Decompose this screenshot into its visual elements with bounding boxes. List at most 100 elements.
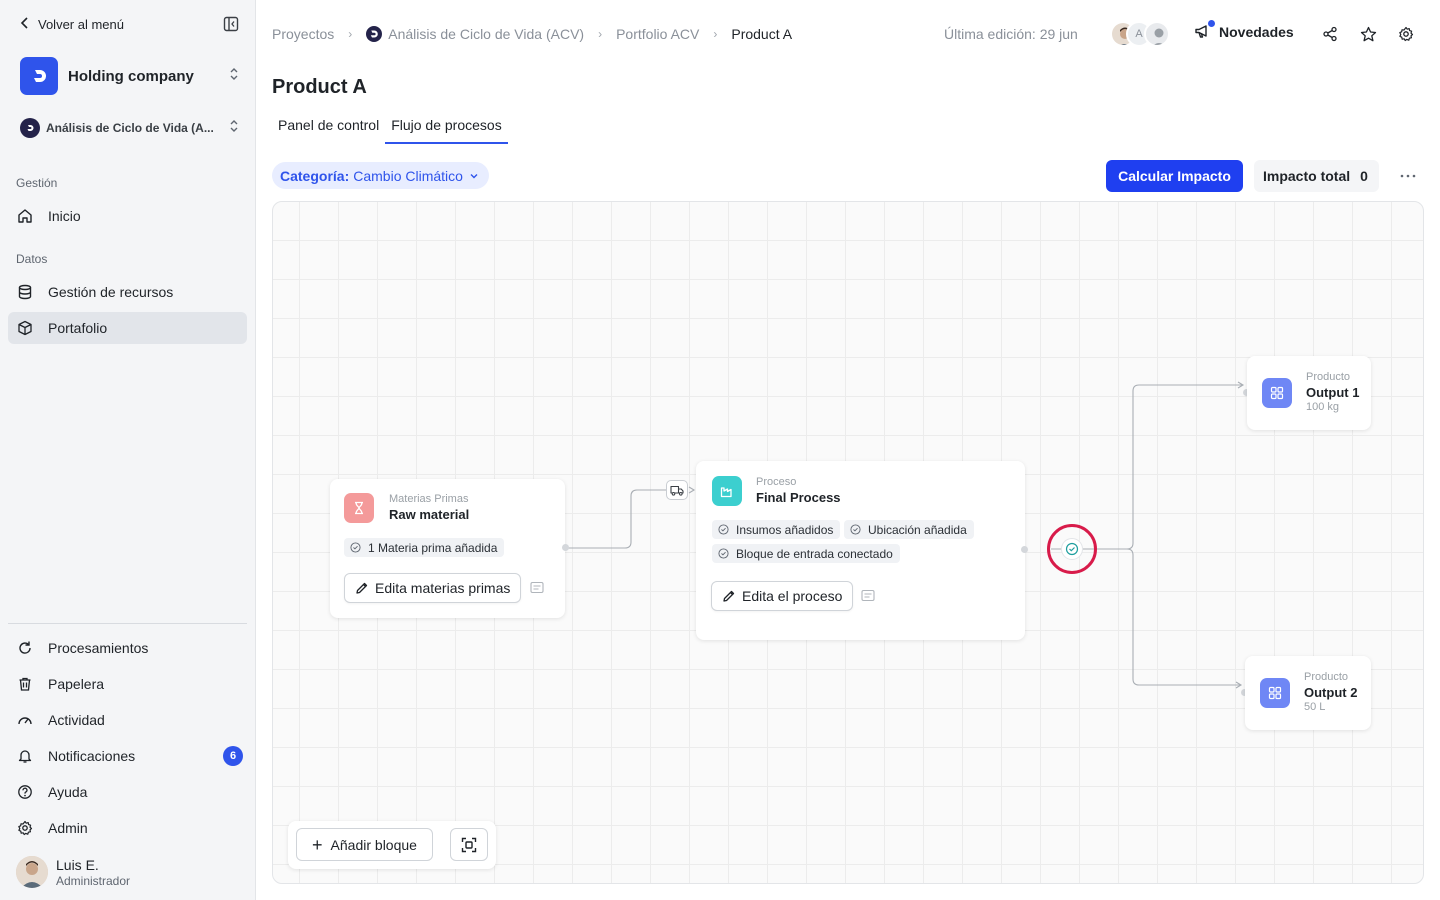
breadcrumb-item-acv[interactable]: Análisis de Ciclo de Vida (ACV)	[388, 26, 584, 42]
gauge-icon	[16, 711, 34, 729]
collaborators-avatars[interactable]: A	[1110, 21, 1170, 47]
sidebar-item-ayuda[interactable]: Ayuda	[8, 776, 247, 808]
category-dropdown[interactable]: Categoría: Cambio Climático	[272, 162, 489, 189]
section-label-datos: Datos	[16, 252, 48, 266]
project-selector[interactable]: Análisis de Ciclo de Vida (A...	[20, 117, 240, 139]
status-chip-label: Ubicación añadida	[868, 522, 967, 537]
node-title: Raw material	[389, 507, 470, 522]
process-flow-canvas[interactable]: Materias Primas Raw material 1 Materia p…	[272, 201, 1424, 884]
node-output-handle[interactable]	[562, 544, 569, 551]
node-output-2[interactable]: Producto Output 2 50 L	[1245, 656, 1371, 730]
node-subtitle: Proceso	[756, 476, 797, 488]
edge-raw-to-process	[566, 489, 666, 549]
add-block-button[interactable]: + Añadir bloque	[296, 828, 433, 861]
sidebar-item-portafolio[interactable]: Portafolio	[8, 312, 247, 344]
status-chip: Insumos añadidos	[712, 520, 841, 539]
status-chip-label: Bloque de entrada conectado	[736, 546, 893, 561]
plus-icon: +	[312, 834, 323, 855]
node-raw-material[interactable]: Materias Primas Raw material 1 Materia p…	[330, 479, 565, 618]
edit-raw-materials-button[interactable]: Edita materias primas	[344, 573, 522, 603]
chevron-right-icon: ›	[348, 27, 353, 41]
check-circle-icon	[1061, 538, 1083, 560]
fit-view-button[interactable]	[450, 828, 488, 861]
node-output-handle[interactable]	[1021, 546, 1028, 553]
grid-icon	[1262, 378, 1292, 408]
last-edit-text: Última edición: 29 jun	[944, 26, 1078, 42]
arrow-head-icon	[688, 486, 696, 494]
breadcrumb: Proyectos › Análisis de Ciclo de Vida (A…	[272, 24, 792, 44]
database-icon	[16, 283, 34, 301]
comment-icon[interactable]	[860, 588, 876, 604]
node-quantity: 50 L	[1304, 701, 1326, 713]
node-subtitle: Producto	[1304, 671, 1349, 683]
hourglass-icon	[344, 493, 374, 523]
bell-icon	[16, 747, 34, 765]
ellipsis-icon	[1400, 174, 1416, 178]
settings-button[interactable]	[1396, 24, 1416, 44]
cube-icon	[16, 319, 34, 337]
edit-raw-materials-label: Edita materias primas	[375, 580, 511, 596]
sidebar-item-notificaciones[interactable]: Notificaciones 6	[8, 740, 247, 772]
sidebar-panel-icon	[223, 16, 239, 32]
notifications-badge: 6	[223, 746, 243, 766]
comment-icon[interactable]	[529, 580, 545, 596]
section-label-gestion: Gestión	[16, 176, 58, 190]
sidebar-item-recursos[interactable]: Gestión de recursos	[8, 276, 247, 308]
total-impact-value: 0	[1360, 168, 1368, 184]
edit-process-label: Edita el proceso	[742, 588, 843, 604]
sidebar-item-papelera[interactable]: Papelera	[8, 668, 247, 700]
node-title: Final Process	[756, 490, 841, 505]
status-chip: 1 Materia prima añadida	[344, 538, 505, 557]
user-role: Administrador	[56, 873, 131, 888]
sidebar-item-label: Notificaciones	[48, 748, 136, 764]
trash-icon	[16, 675, 34, 693]
node-output-1[interactable]: Producto Output 1 100 kg	[1247, 356, 1371, 430]
share-button[interactable]	[1320, 24, 1340, 44]
check-circle-icon	[718, 548, 729, 559]
back-to-menu-link[interactable]: Volver al menú	[20, 14, 124, 34]
sidebar-item-label: Portafolio	[48, 320, 108, 336]
check-circle-icon	[350, 542, 361, 553]
highlighted-connector[interactable]	[1047, 524, 1097, 574]
company-selector[interactable]: Holding company	[20, 57, 240, 95]
breadcrumb-item-current: Product A	[731, 26, 793, 42]
breadcrumb-item-portfolio[interactable]: Portfolio ACV	[616, 26, 699, 42]
breadcrumb-item-proyectos[interactable]: Proyectos	[272, 26, 334, 42]
grid-icon	[1260, 678, 1290, 708]
transport-icon[interactable]	[666, 480, 688, 500]
sidebar-item-label: Actividad	[48, 712, 105, 728]
status-chip-label: 1 Materia prima añadida	[368, 540, 498, 555]
sidebar-item-inicio[interactable]: Inicio	[8, 200, 247, 232]
tab-panel-de-control[interactable]: Panel de control	[272, 112, 385, 144]
total-impact-label: Impacto total	[1263, 168, 1351, 184]
add-block-label: Añadir bloque	[330, 836, 417, 853]
user-profile[interactable]: Luis E. Administrador	[16, 856, 130, 888]
status-chip-label: Insumos añadidos	[736, 522, 834, 537]
sidebar-item-label: Gestión de recursos	[48, 284, 174, 300]
news-button[interactable]: Novedades	[1194, 20, 1294, 40]
user-name: Luis E.	[56, 856, 99, 873]
avatar	[16, 856, 48, 888]
edit-process-button[interactable]: Edita el proceso	[711, 581, 854, 611]
tab-flujo-de-procesos[interactable]: Flujo de procesos	[385, 112, 508, 144]
sidebar-item-label: Papelera	[48, 676, 105, 692]
status-chip: Bloque de entrada conectado	[712, 544, 900, 563]
sidebar-item-admin[interactable]: Admin	[8, 812, 247, 844]
sidebar-item-actividad[interactable]: Actividad	[8, 704, 247, 736]
node-quantity: 100 kg	[1306, 401, 1340, 413]
node-final-process[interactable]: Proceso Final Process Insumos añadidos U…	[696, 461, 1025, 640]
tabs: Panel de control Flujo de procesos	[272, 112, 508, 144]
category-value: Cambio Climático	[353, 167, 463, 184]
company-name: Holding company	[68, 67, 194, 85]
node-subtitle: Producto	[1306, 371, 1351, 383]
collapse-sidebar-button[interactable]	[221, 14, 241, 34]
company-logo	[20, 57, 58, 95]
megaphone-icon	[1194, 20, 1215, 40]
sidebar-item-procesamientos[interactable]: Procesamientos	[8, 632, 247, 664]
news-dot	[1208, 20, 1215, 27]
pencil-icon	[355, 581, 369, 595]
favorite-button[interactable]	[1358, 24, 1378, 44]
factory-icon	[712, 476, 742, 506]
calculate-impact-button[interactable]: Calcular Impacto	[1106, 160, 1243, 192]
more-options-button[interactable]	[1396, 166, 1420, 186]
